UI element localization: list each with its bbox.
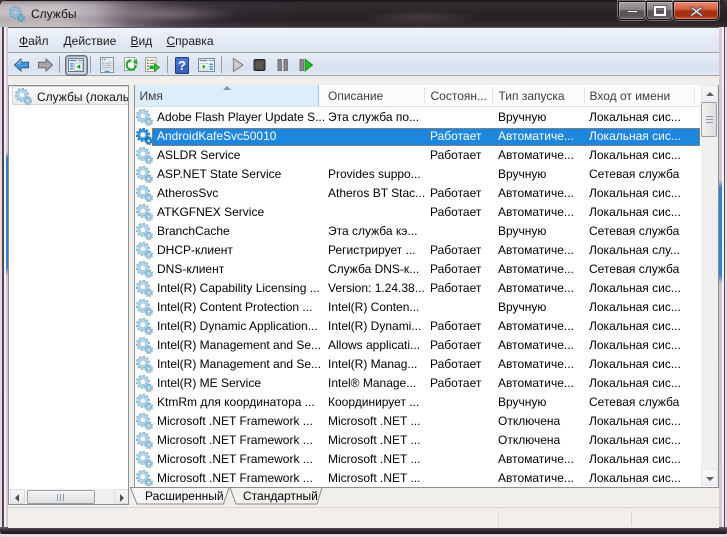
svg-text:Стандартный: Стандартный xyxy=(243,489,318,503)
svg-text:Расширенный: Расширенный xyxy=(145,489,224,503)
